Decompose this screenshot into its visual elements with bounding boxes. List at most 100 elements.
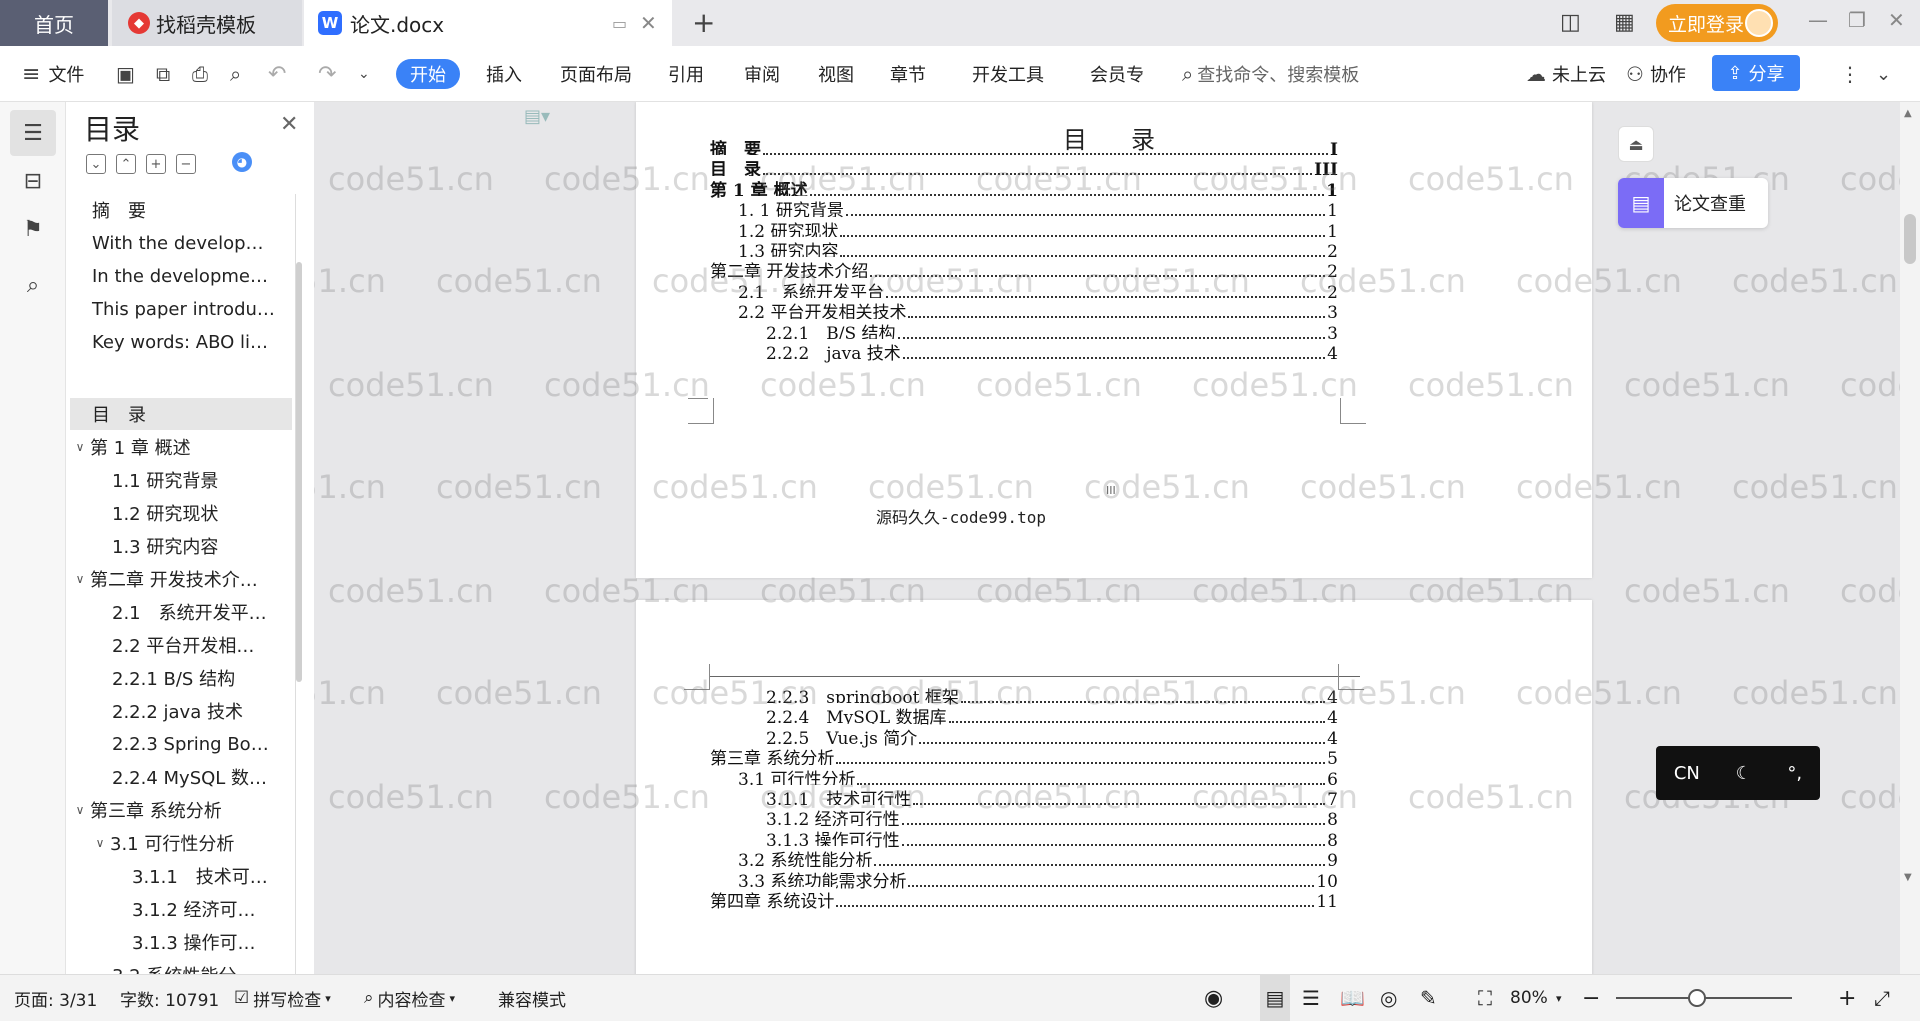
chevron-down-icon[interactable]: ⌄ <box>1876 46 1891 102</box>
toc-nav-item[interactable]: 1.1 研究背景 <box>70 464 292 496</box>
toc-panel-button[interactable]: ☰ <box>10 110 56 156</box>
close-tab-icon[interactable]: ✕ <box>640 11 657 35</box>
toc-entry[interactable]: 第四章 系统设计 11 <box>710 887 1338 912</box>
redo-icon[interactable]: ↷ <box>318 46 336 102</box>
close-icon[interactable]: ✕ <box>280 112 298 137</box>
fullscreen-icon[interactable]: ⤢ <box>1874 975 1890 1021</box>
tab-chapter[interactable]: 章节 <box>890 46 926 102</box>
toc-nav-item[interactable]: Key words: ABO li… <box>70 326 292 358</box>
read-view-icon[interactable]: 📖 <box>1340 975 1365 1021</box>
cloud-status[interactable]: ☁ 未上云 <box>1526 46 1606 102</box>
toc-nav-item[interactable] <box>70 359 292 391</box>
toc-nav-item[interactable]: With the develop… <box>70 227 292 259</box>
tab-start[interactable]: 开始 <box>396 59 460 89</box>
section-panel-button[interactable]: ⊟ <box>10 158 56 204</box>
close-window-icon[interactable]: ✕ <box>1888 8 1905 32</box>
page-tools-icon[interactable]: ▤▾ <box>524 106 550 127</box>
compat-mode[interactable]: 兼容模式 <box>498 975 566 1021</box>
toc-nav-item[interactable]: 2.2 平台开发相… <box>70 629 292 661</box>
toc-nav-item[interactable]: 3.2 系统性能分… <box>70 959 292 974</box>
remove-heading-icon[interactable]: − <box>176 154 196 174</box>
document-page[interactable]: 2.2.3 springboot 框架 4 2.2.4 MySQL 数据库 4 2.2.… <box>636 600 1592 974</box>
login-button[interactable]: 立即登录 <box>1656 4 1778 42</box>
tab-insert[interactable]: 插入 <box>486 46 522 102</box>
chevron-down-icon[interactable]: ∨ <box>70 572 90 586</box>
toc-nav-item[interactable]: 摘 要 <box>70 194 292 226</box>
page-view-icon[interactable]: ▤ <box>1260 975 1290 1021</box>
chevron-down-icon[interactable]: ∨ <box>90 836 110 850</box>
chevron-down-icon[interactable]: ∨ <box>70 440 90 454</box>
toc-nav-item[interactable]: 3.1.1 技术可… <box>70 860 292 892</box>
zoom-out-icon[interactable]: − <box>1582 975 1600 1021</box>
more-icon[interactable]: ⋮ <box>1840 46 1860 102</box>
toc-nav-item[interactable]: This paper introdu… <box>70 293 292 325</box>
toc-nav-item[interactable]: 3.1.2 经济可… <box>70 893 292 925</box>
web-view-icon[interactable]: ◎ <box>1380 975 1397 1021</box>
toc-nav-item[interactable]: 1.2 研究现状 <box>70 497 292 529</box>
collapse-all-icon[interactable]: ⌃ <box>116 154 136 174</box>
tab-document[interactable]: W 论文.docx ▭ ✕ <box>304 0 672 46</box>
apps-grid-icon[interactable]: ▦ <box>1614 10 1635 35</box>
toc-nav-item[interactable]: 2.2.2 java 技术 <box>70 695 292 727</box>
tab-page-layout[interactable]: 页面布局 <box>560 46 632 102</box>
toc-nav-item[interactable]: ∨ 第 1 章 概述 <box>70 431 292 463</box>
save-icon[interactable]: ▣ <box>116 46 135 102</box>
toc-nav-item[interactable]: 2.2.4 MySQL 数… <box>70 761 292 793</box>
tab-review[interactable]: 审阅 <box>744 46 780 102</box>
outline-view-icon[interactable]: ☰ <box>1302 975 1320 1021</box>
ime-toolbar[interactable]: CN ☾ °, <box>1656 746 1820 800</box>
tab-member[interactable]: 会员专 <box>1090 46 1144 102</box>
toc-nav-item[interactable]: 2.1 系统开发平… <box>70 596 292 628</box>
more-quick-icon[interactable]: ⌄ <box>358 46 370 102</box>
file-menu[interactable]: ≡ 文件 <box>22 46 84 102</box>
plus-icon[interactable]: + <box>692 6 715 39</box>
toc-nav-item[interactable]: In the developme… <box>70 260 292 292</box>
spell-check-button[interactable]: ☑ 拼写检查 ▾ <box>234 975 331 1021</box>
toc-scrollbar[interactable] <box>296 262 302 682</box>
toc-nav-item[interactable]: 1.3 研究内容 <box>70 530 292 562</box>
zoom-in-icon[interactable]: + <box>1838 975 1856 1021</box>
ai-assistant-icon[interactable]: ◕ <box>232 152 252 172</box>
word-count[interactable]: 字数: 10791 <box>120 975 219 1021</box>
tab-home[interactable]: 首页 <box>0 0 108 46</box>
toc-nav-item[interactable]: 2.2.3 Spring Bo… <box>70 728 292 760</box>
layout-icon[interactable]: ◫ <box>1560 10 1581 35</box>
tab-view[interactable]: 视图 <box>818 46 854 102</box>
scroll-up-icon[interactable]: ▲ <box>1904 108 1912 119</box>
pen-icon[interactable]: ✎ <box>1420 975 1437 1021</box>
find-panel-button[interactable]: ⌕ <box>10 262 56 308</box>
toc-nav-item[interactable]: ∨ 第二章 开发技术介… <box>70 563 292 595</box>
toc-nav-item[interactable]: 2.2.1 B/S 结构 <box>70 662 292 694</box>
toc-nav-item[interactable]: ∨ 第三章 系统分析 <box>70 794 292 826</box>
minimize-icon[interactable]: — <box>1808 8 1828 32</box>
document-page[interactable]: 目 录 摘 要I目 录 III 第 1 章 概述 1 1. 1 研究背景 1 1.2 研究现… <box>636 102 1592 578</box>
toc-nav-item[interactable]: 目 录 <box>70 398 292 430</box>
preview-icon[interactable]: ⌕ <box>230 46 241 102</box>
chevron-right-icon[interactable]: › <box>1138 46 1144 102</box>
expand-all-icon[interactable]: ⌄ <box>86 154 106 174</box>
undo-icon[interactable]: ↶ <box>268 46 286 102</box>
scroll-thumb[interactable] <box>1904 214 1916 264</box>
bookmark-panel-button[interactable]: ⚑ <box>10 206 56 252</box>
export-icon[interactable]: ⧉ <box>156 46 170 102</box>
collapse-float-button[interactable]: ⏏ <box>1618 126 1654 162</box>
toc-nav-item[interactable]: ∨ 3.1 可行性分析 <box>70 827 292 859</box>
collab-button[interactable]: ⚇ 协作 <box>1626 46 1686 102</box>
chevron-down-icon[interactable]: ∨ <box>70 803 90 817</box>
command-search[interactable]: ⌕ 查找命令、搜索模板 <box>1182 46 1359 102</box>
print-icon[interactable]: ⎙ <box>192 46 208 102</box>
tab-references[interactable]: 引用 <box>668 46 704 102</box>
vertical-scrollbar[interactable]: ▲ ▼ <box>1900 102 1920 974</box>
plagiarism-check-button[interactable]: ▤ 论文查重 <box>1618 178 1768 228</box>
restore-icon[interactable]: ❐ <box>1848 8 1866 32</box>
dropdown-icon[interactable]: ▾ <box>1556 975 1562 1021</box>
toc-nav-item[interactable]: 3.1.3 操作可… <box>70 926 292 958</box>
monitor-icon[interactable]: ▭ <box>612 14 627 33</box>
fit-page-icon[interactable]: ⛶ <box>1478 975 1492 1021</box>
share-button[interactable]: ⇪ 分享 <box>1712 55 1800 91</box>
add-heading-icon[interactable]: + <box>146 154 166 174</box>
toc-entry[interactable]: 2.2.2 java 技术 4 <box>766 339 1338 364</box>
page-count[interactable]: 页面: 3/31 <box>14 975 97 1021</box>
tab-templates[interactable]: ◆ 找稻壳模板 <box>112 0 302 46</box>
zoom-level[interactable]: 80% <box>1510 975 1548 1021</box>
